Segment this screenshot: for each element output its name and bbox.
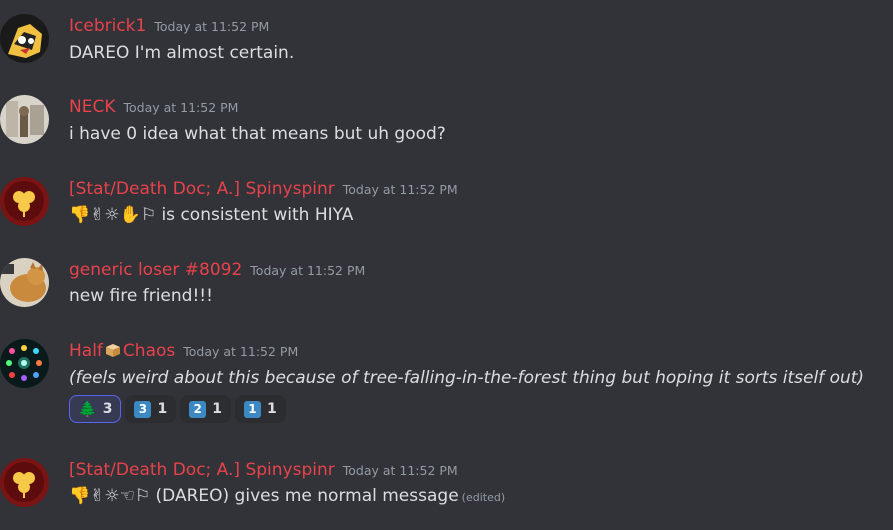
avatar[interactable] xyxy=(0,95,49,144)
username[interactable]: Half Chaos xyxy=(69,341,175,361)
username[interactable]: [Stat/Death Doc; A.] Spinyspinr xyxy=(69,179,335,199)
message-text-row: 👎✌☼☜⚐ (DAREO) gives me normal message (ed… xyxy=(69,486,505,506)
reaction-keycap-1[interactable]: 1 1 xyxy=(234,395,286,423)
reactions-bar: 🌲 3 3 1 2 1 1 1 xyxy=(69,395,286,423)
keycap-2-icon: 2 xyxy=(189,400,207,418)
reaction-count: 1 xyxy=(266,401,277,417)
username-prefix: Half xyxy=(69,341,103,361)
timestamp: Today at 11:52 PM xyxy=(342,463,458,478)
box-icon xyxy=(105,344,120,357)
reaction-count: 1 xyxy=(157,401,168,417)
username[interactable]: NECK xyxy=(69,97,115,117)
reaction-keycap-2[interactable]: 2 1 xyxy=(180,395,231,423)
username[interactable]: Icebrick1 xyxy=(69,16,146,36)
avatar[interactable] xyxy=(0,258,49,307)
message-text: 👎✌☼✋⚐ is consistent with HIYA xyxy=(69,205,354,225)
timestamp: Today at 11:52 PM xyxy=(123,100,239,115)
message-text: DAREO I'm almost certain. xyxy=(69,43,295,63)
message-text: new fire friend!!! xyxy=(69,286,213,306)
message-text: 👎✌☼☜⚐ (DAREO) gives me normal message xyxy=(69,486,459,506)
avatar[interactable] xyxy=(0,458,49,507)
username[interactable]: generic loser #8092 xyxy=(69,260,242,280)
message-text: i have 0 idea what that means but uh goo… xyxy=(69,124,446,144)
reaction-count: 1 xyxy=(212,401,222,417)
edited-label: (edited) xyxy=(461,491,506,504)
keycap-3-icon: 3 xyxy=(134,400,152,418)
timestamp: Today at 11:52 PM xyxy=(154,19,270,34)
reaction-keycap-3[interactable]: 3 1 xyxy=(125,395,177,423)
avatar[interactable] xyxy=(0,339,49,388)
keycap-1-icon: 1 xyxy=(243,400,261,418)
avatar[interactable] xyxy=(0,177,49,226)
username-suffix: Chaos xyxy=(122,341,176,361)
timestamp: Today at 11:52 PM xyxy=(342,182,458,197)
avatar[interactable] xyxy=(0,14,49,63)
evergreen-tree-icon: 🌲 xyxy=(78,400,97,418)
reaction-tree[interactable]: 🌲 3 xyxy=(69,395,122,423)
message-text: (feels weird about this because of tree-… xyxy=(69,368,865,388)
username[interactable]: [Stat/Death Doc; A.] Spinyspinr xyxy=(69,460,335,480)
reaction-count: 3 xyxy=(102,401,113,417)
timestamp: Today at 11:52 PM xyxy=(250,263,366,278)
timestamp: Today at 11:52 PM xyxy=(183,344,299,359)
